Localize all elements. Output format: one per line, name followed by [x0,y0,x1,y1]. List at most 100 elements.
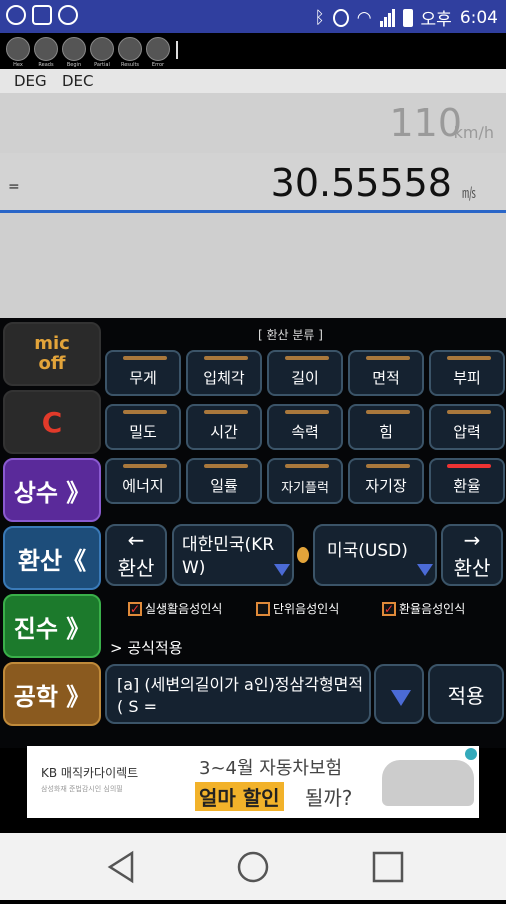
convert-prev-label: 환산 [117,556,155,580]
result-display[interactable]: = 30.55558 ㎧ [0,153,506,213]
arrow-left-icon: ← [127,528,145,552]
category-density[interactable]: 밀도 [105,404,181,450]
from-currency-select[interactable]: 대한민국(KRW) [172,524,294,586]
category-magnetic-flux[interactable]: 자기플럭 [267,458,343,504]
category-power[interactable]: 일률 [186,458,262,504]
ad-tail: 될까? [305,786,353,810]
voice-daily-checkbox[interactable]: ✓ 실생활음성인식 [128,600,222,617]
mode-bar: DEG DEC [0,69,506,93]
swap-icon[interactable] [297,547,309,563]
category-force[interactable]: 힘 [348,404,424,450]
to-currency-label: 미국(USD) [327,541,408,561]
indicator-label: Reads [38,62,54,68]
category-label: 밀도 [129,423,157,441]
category-time[interactable]: 시간 [186,404,262,450]
category-label: 시간 [210,423,238,441]
result-unit: ㎧ [462,186,476,202]
indicator-label: Begin [66,62,82,68]
refresh-icon [58,5,78,25]
category-volume[interactable]: 부피 [429,350,505,396]
indicator-reads [34,37,58,61]
category-label: 힘 [379,423,393,441]
input-unit: km/h [453,123,494,142]
indicator-error [146,37,170,61]
home-icon[interactable] [237,851,269,883]
status-ampm: 오후 [420,10,452,30]
category-energy[interactable]: 에너지 [105,458,181,504]
from-currency-label: 대한민국(KRW) [182,535,275,578]
convert-next-button[interactable]: → 환산 [441,524,503,586]
category-label: 부피 [453,369,481,387]
convert-next-label: 환산 [453,556,491,580]
signal-icon [379,8,395,27]
clear-button[interactable]: C [3,390,101,454]
formula-select[interactable]: [a] (세변의길이가 a인)정삼각형면적( S = [105,664,371,724]
voice-unit-checkbox[interactable]: 단위음성인식 [256,600,339,617]
indicator-label: Hex [13,62,23,68]
indicator-label: Error [151,62,165,68]
navigation-bar [0,833,506,900]
mic-toggle-button[interactable]: mic off [3,322,101,386]
history-area [0,213,506,318]
category-speed[interactable]: 속력 [267,404,343,450]
wifi-icon: ◠ [356,7,372,28]
bluetooth-icon: ᛒ [314,7,325,28]
keypad: mic off C 상수 》 환산《 진수 》 공학 》 [ 환산 분류 ] 무… [0,318,506,748]
convert-button[interactable]: 환산《 [3,526,101,590]
battery-icon [402,8,413,27]
arrow-right-icon: → [463,528,481,552]
status-bar: ᛒ ◠ 오후 6:04 [0,0,506,33]
ad-info-icon[interactable] [465,748,477,760]
category-exchange-rate[interactable]: 환율 [429,458,505,504]
category-label: 자기장 [365,477,407,495]
category-solid-angle[interactable]: 입체각 [186,350,262,396]
base-button[interactable]: 진수 》 [3,594,101,658]
formula-section-label: > 공식적용 [110,639,183,657]
category-pressure[interactable]: 압력 [429,404,505,450]
category-label: 속력 [291,423,319,441]
indicator-results [118,37,142,61]
input-value: 110 [389,101,462,145]
divider [176,41,178,59]
indicator-partial [90,37,114,61]
category-magnetic-field[interactable]: 자기장 [348,458,424,504]
chevron-down-icon [391,690,411,706]
engineering-button[interactable]: 공학 》 [3,662,101,726]
recents-icon[interactable] [372,851,404,883]
ad-banner[interactable]: KB 매직카다이렉트 삼성화재 준법감시인 심의필 3~4월 자동차보험 얼마 … [27,746,479,818]
equals-sign: = [8,179,20,195]
status-time: 6:04 [459,7,498,28]
category-area[interactable]: 면적 [348,350,424,396]
category-label: 입체각 [203,369,245,387]
checkbox-checked-icon: ✓ [128,601,142,616]
car-image [382,760,474,806]
chevron-down-icon [417,564,433,576]
indicator-hex [6,37,30,61]
indicator-label: Partial [94,62,110,68]
category-label: 에너지 [122,477,164,495]
convert-prev-button[interactable]: ← 환산 [105,524,167,586]
category-length[interactable]: 길이 [267,350,343,396]
angle-mode[interactable]: DEG [14,72,47,90]
voice-exchange-checkbox[interactable]: ✓ 환율음성인식 [382,600,465,617]
category-label: 무게 [129,369,157,387]
category-label: 일률 [210,477,238,495]
formula-dropdown-button[interactable] [374,664,424,724]
category-label: 환율 [453,477,481,495]
image-icon [32,5,52,25]
checkbox-unchecked-icon [256,601,270,616]
ad-headline: 3~4월 자동차보험 [199,758,343,779]
to-currency-select[interactable]: 미국(USD) [313,524,437,586]
input-display[interactable]: 110 km/h [0,93,506,153]
result-value: 30.55558 [270,161,452,205]
back-icon[interactable] [107,850,134,884]
indicator-label: Results [120,62,140,68]
category-label: 자기플럭 [281,481,329,496]
checkbox-label: 환율음성인식 [399,602,466,616]
apply-button[interactable]: 적용 [428,664,504,724]
base-mode[interactable]: DEC [62,72,94,90]
category-label: 면적 [372,369,400,387]
sync-icon [6,5,26,25]
constants-button[interactable]: 상수 》 [3,458,101,522]
category-weight[interactable]: 무게 [105,350,181,396]
